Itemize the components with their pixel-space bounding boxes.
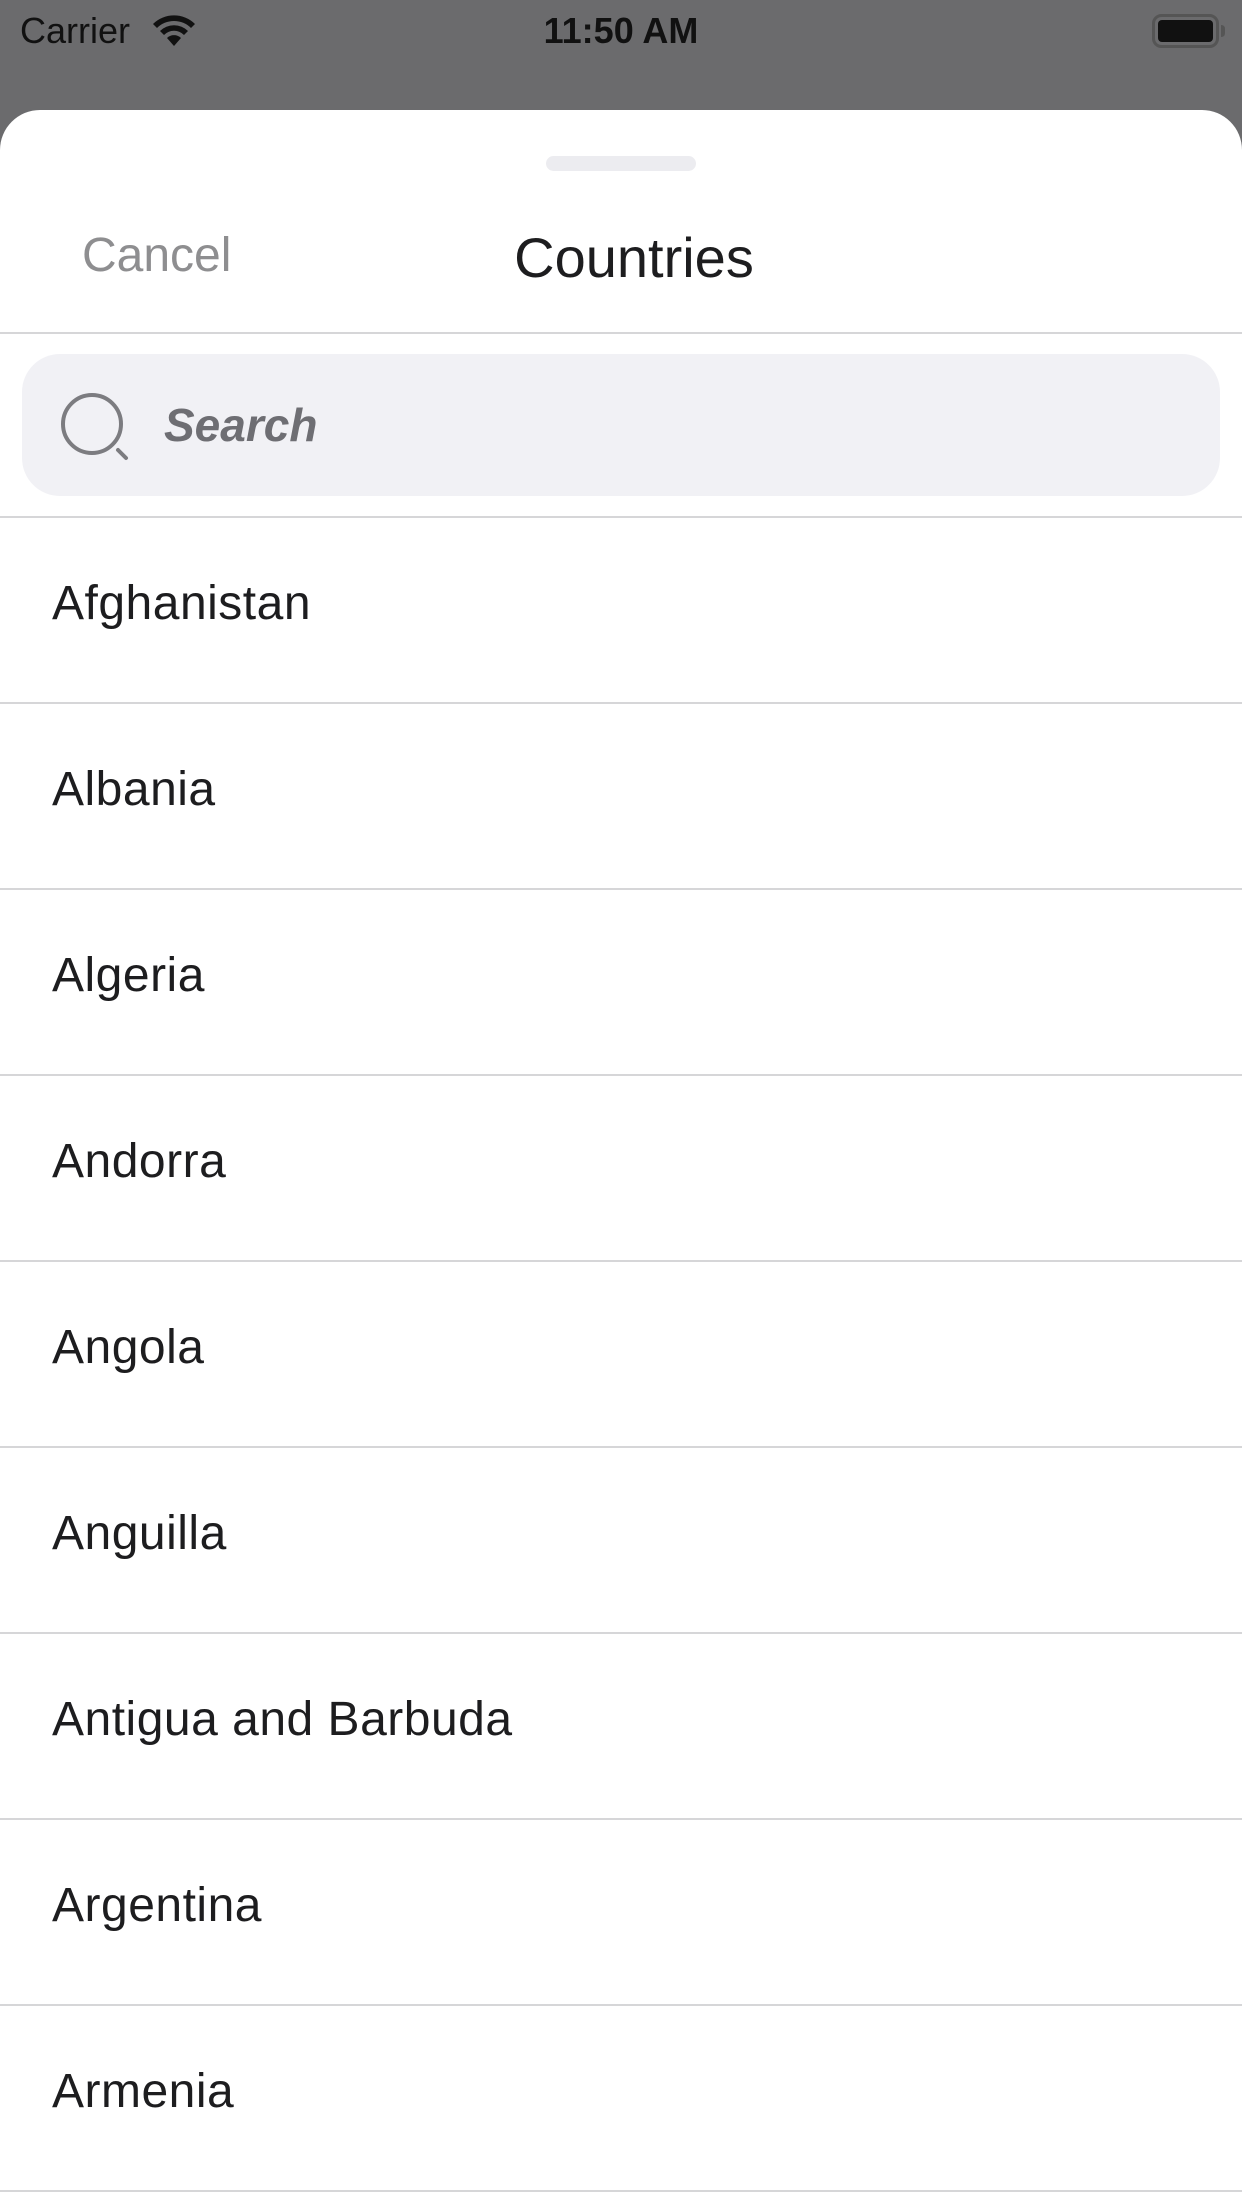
country-label: Antigua and Barbuda	[52, 1693, 513, 1746]
list-item[interactable]: Algeria	[0, 890, 1242, 1076]
sheet-grabber[interactable]	[546, 156, 696, 171]
list-item[interactable]: Angola	[0, 1262, 1242, 1448]
country-label: Andorra	[52, 1135, 227, 1188]
clock-label: 11:50 AM	[543, 10, 699, 51]
search-icon	[60, 392, 132, 464]
search-area	[0, 334, 1242, 518]
countries-sheet: Cancel Countries Afghanistan Albania Alger…	[0, 110, 1242, 2208]
country-label: Argentina	[52, 1879, 262, 1932]
country-label: Angola	[52, 1321, 205, 1374]
list-item[interactable]: Antigua and Barbuda	[0, 1634, 1242, 1820]
list-item[interactable]: Armenia	[0, 2006, 1242, 2192]
country-label: Armenia	[52, 2065, 235, 2118]
page-title: Countries	[514, 226, 754, 289]
list-item[interactable]: Argentina	[0, 1820, 1242, 2006]
list-item[interactable]: Albania	[0, 704, 1242, 890]
search-bar[interactable]	[22, 354, 1220, 496]
country-label: Afghanistan	[52, 577, 312, 630]
search-input[interactable]	[164, 384, 1164, 466]
country-label: Algeria	[52, 949, 205, 1002]
nav-bar: Cancel Countries	[0, 202, 1242, 334]
list-item[interactable]: Anguilla	[0, 1448, 1242, 1634]
list-item[interactable]: Afghanistan	[0, 518, 1242, 704]
battery-full-icon	[1152, 14, 1226, 48]
status-bar: Carrier 11:50 AM	[0, 0, 1242, 62]
country-list: Afghanistan Albania Algeria Andorra Angola An…	[0, 518, 1242, 2192]
country-label: Albania	[52, 763, 216, 816]
list-item[interactable]: Andorra	[0, 1076, 1242, 1262]
country-label: Anguilla	[52, 1507, 227, 1560]
